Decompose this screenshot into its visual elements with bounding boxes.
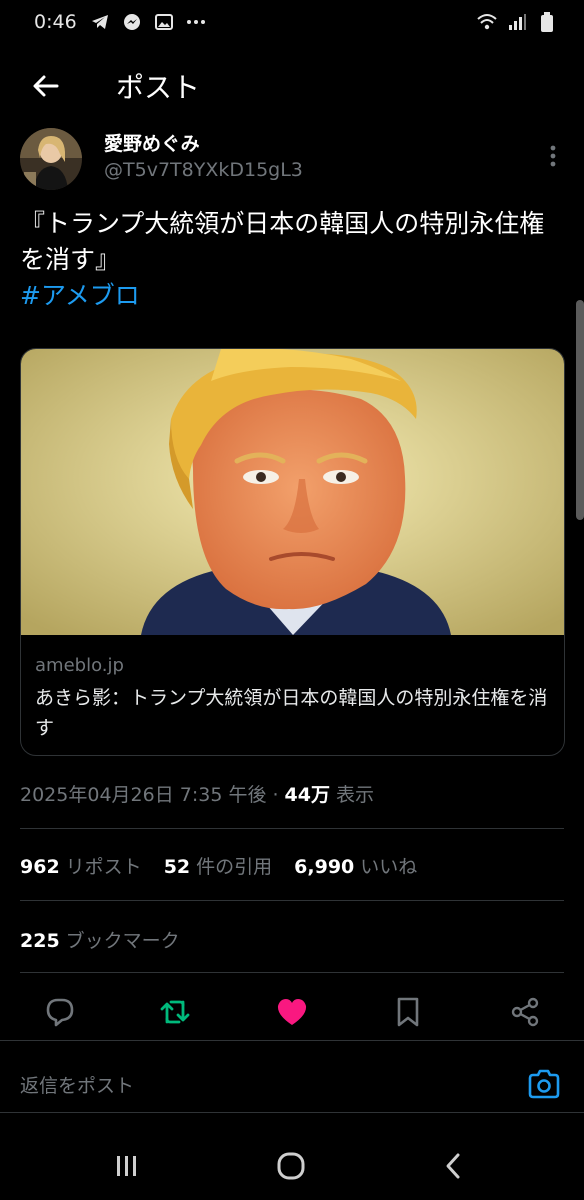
likes-label: いいね: [360, 856, 418, 878]
reply-button[interactable]: [40, 992, 80, 1032]
likes-count: 6,990: [294, 856, 355, 878]
post-timestamp[interactable]: 2025年04月26日 7:35 午後 ·: [20, 780, 279, 807]
like-button[interactable]: [272, 992, 312, 1032]
bookmarks-count: 225: [20, 930, 60, 952]
stats-row: 962 リポスト 52 件の引用 6,990 いいね: [20, 852, 439, 879]
avatar[interactable]: [20, 128, 82, 190]
handle[interactable]: @T5v7T8YXkD15gL3: [104, 156, 303, 184]
gallery-icon: [153, 11, 175, 33]
reply-icon: [46, 998, 74, 1027]
home-icon: [277, 1152, 305, 1180]
views-label: 表示: [336, 784, 375, 806]
home-button[interactable]: [271, 1146, 311, 1186]
recent-apps-button[interactable]: [107, 1146, 147, 1186]
divider: [20, 900, 564, 901]
card-domain: ameblo.jp: [35, 655, 124, 676]
reposts-label: リポスト: [65, 856, 142, 878]
likes-stat[interactable]: 6,990 いいね: [294, 852, 417, 879]
app-header: ポスト: [0, 44, 584, 128]
divider: [20, 828, 564, 829]
page-title: ポスト: [116, 71, 201, 104]
quotes-stat[interactable]: 52 件の引用: [164, 852, 272, 879]
more-options-button[interactable]: [538, 136, 568, 176]
post-text: 『トランプ大統領が日本の韓国人の特別永住権を消す』 #アメブロ: [20, 206, 568, 314]
divider: [0, 1112, 584, 1113]
action-bar: [0, 986, 584, 1040]
card-image: [21, 349, 564, 635]
repost-button[interactable]: [155, 992, 195, 1032]
system-nav-bar: [0, 1128, 584, 1200]
status-bar: 0:46: [0, 0, 584, 44]
reposts-count: 962: [20, 856, 60, 878]
divider: [20, 972, 564, 973]
card-title: あきら影：トランプ大統領が日本の韓国人の特別永住権を消す: [35, 687, 548, 739]
hashtag-link[interactable]: #アメブロ: [20, 278, 568, 314]
recent-apps-icon: [117, 1156, 136, 1176]
nav-back-button[interactable]: [434, 1146, 474, 1186]
telegram-icon: [89, 11, 111, 33]
system-icons: [476, 11, 558, 33]
quotes-count: 52: [163, 856, 191, 878]
vertical-dots-icon: [550, 145, 556, 167]
display-name[interactable]: 愛野めぐみ: [104, 132, 303, 156]
scrollbar[interactable]: [576, 300, 584, 520]
bookmark-button[interactable]: [388, 992, 428, 1032]
post-body: 『トランプ大統領が日本の韓国人の特別永住権を消す』: [20, 209, 545, 274]
signal-icon: [506, 11, 528, 33]
repost-icon: [160, 1000, 190, 1024]
reposts-stat[interactable]: 962 リポスト: [20, 852, 142, 879]
chevron-left-icon: [446, 1153, 460, 1179]
bookmark-icon: [397, 997, 419, 1027]
timestamp-row: 2025年04月26日 7:35 午後 · 44万 表示: [20, 780, 374, 807]
camera-button[interactable]: [524, 1064, 564, 1104]
like-icon: [277, 999, 307, 1025]
card-body: ameblo.jp あきら影：トランプ大統領が日本の韓国人の特別永住権を消す: [21, 635, 564, 743]
notification-icons: [89, 11, 207, 33]
bookmarks-label: ブックマーク: [65, 930, 180, 952]
author-row: 愛野めぐみ @T5v7T8YXkD15gL3: [20, 128, 568, 196]
author-text: 愛野めぐみ @T5v7T8YXkD15gL3: [104, 128, 303, 196]
reply-input[interactable]: 返信をポスト: [20, 1071, 134, 1098]
back-button[interactable]: [16, 56, 76, 116]
messenger-icon: [121, 11, 143, 33]
quotes-label: 件の引用: [196, 856, 273, 878]
camera-icon: [528, 1069, 560, 1099]
share-button[interactable]: [505, 992, 545, 1032]
battery-icon: [536, 11, 558, 33]
share-icon: [511, 997, 539, 1027]
reply-composer[interactable]: 返信をポスト: [20, 1062, 564, 1106]
divider: [0, 1040, 584, 1041]
views-count: 44万: [284, 784, 330, 806]
arrow-left-icon: [33, 75, 59, 97]
wifi-icon: [476, 11, 498, 33]
status-time: 0:46: [34, 11, 77, 33]
link-card[interactable]: ameblo.jp あきら影：トランプ大統領が日本の韓国人の特別永住権を消す: [20, 348, 565, 756]
bookmarks-stat[interactable]: 225 ブックマーク: [20, 926, 180, 953]
more-dots-icon: [185, 11, 207, 33]
